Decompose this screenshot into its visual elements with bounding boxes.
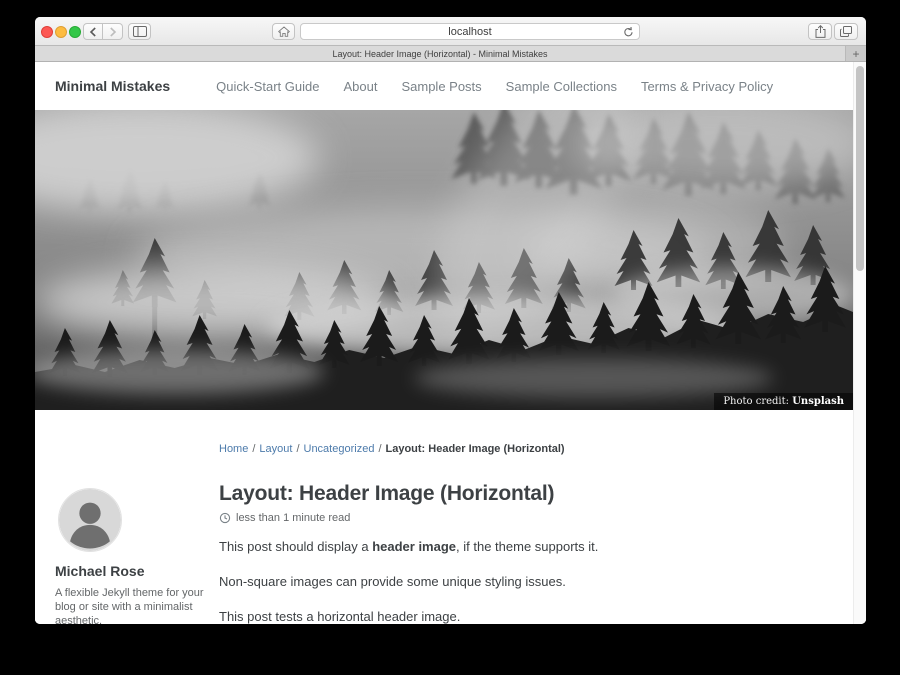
page-title: Layout: Header Image (Horizontal): [219, 482, 833, 506]
foggy-forest-photo: [35, 110, 853, 410]
author-sidebar: Michael Rose A flexible Jekyll theme for…: [55, 410, 219, 624]
nav-link-sample-collections[interactable]: Sample Collections: [506, 79, 617, 94]
nav-link-quick-start-guide[interactable]: Quick-Start Guide: [216, 79, 319, 94]
zoom-window-button[interactable]: [69, 26, 81, 38]
forward-button[interactable]: [103, 23, 123, 40]
site-title-link[interactable]: Minimal Mistakes: [55, 78, 170, 94]
site-nav: Quick-Start Guide About Sample Posts Sam…: [216, 79, 773, 94]
sidebar-toggle-icon: [133, 26, 147, 37]
home-icon: [278, 26, 290, 37]
breadcrumb-current: Layout: Header Image (Horizontal): [386, 443, 565, 455]
post-paragraph: Non-square images can provide some uniqu…: [219, 572, 833, 592]
page-viewport: Minimal Mistakes Quick-Start Guide About…: [35, 62, 866, 624]
home-button[interactable]: [272, 23, 295, 40]
breadcrumb-separator: /: [296, 443, 299, 455]
breadcrumb: Home/Layout/Uncategorized/Layout: Header…: [219, 443, 833, 455]
person-silhouette-icon: [59, 489, 121, 551]
nav-link-terms-privacy[interactable]: Terms & Privacy Policy: [641, 79, 773, 94]
browser-window: localhost Layout: Header Image (Horizont…: [35, 17, 866, 624]
read-time-text: less than 1 minute read: [236, 512, 350, 524]
nav-link-sample-posts[interactable]: Sample Posts: [401, 79, 481, 94]
tab-overview-icon: [840, 26, 852, 37]
post-paragraph: This post tests a horizontal header imag…: [219, 607, 833, 624]
clock-icon: [219, 512, 231, 524]
breadcrumb-uncategorized-link[interactable]: Uncategorized: [304, 443, 375, 455]
desktop-background: { "browser": { "url": "localhost", "tab_…: [0, 0, 900, 675]
new-tab-button[interactable]: +: [845, 46, 866, 61]
post-article: Home/Layout/Uncategorized/Layout: Header…: [219, 410, 833, 624]
close-window-button[interactable]: [41, 26, 53, 38]
post-paragraph: This post should display a header image,…: [219, 537, 833, 557]
sidebar-toggle-button[interactable]: [128, 23, 151, 40]
bold-text: header image: [372, 539, 456, 554]
author-name: Michael Rose: [55, 563, 219, 579]
forward-chevron-icon: [109, 27, 117, 37]
tab-active[interactable]: Layout: Header Image (Horizontal) - Mini…: [35, 46, 845, 61]
breadcrumb-home-link[interactable]: Home: [219, 443, 248, 455]
address-bar[interactable]: localhost: [300, 23, 640, 40]
share-icon: [815, 25, 826, 38]
breadcrumb-separator: /: [378, 443, 381, 455]
read-time: less than 1 minute read: [219, 512, 833, 524]
photo-credit: Photo credit: Unsplash: [714, 393, 853, 410]
history-nav-buttons: [83, 23, 123, 40]
back-button[interactable]: [83, 23, 103, 40]
scrollbar-track[interactable]: [853, 62, 866, 624]
browser-toolbar: localhost: [35, 17, 866, 46]
unsplash-link[interactable]: Unsplash: [792, 396, 844, 407]
breadcrumb-layout-link[interactable]: Layout: [259, 443, 292, 455]
author-avatar: [58, 488, 122, 552]
photo-credit-label: Photo credit:: [723, 396, 789, 407]
minimize-window-button[interactable]: [55, 26, 67, 38]
site-masthead: Minimal Mistakes Quick-Start Guide About…: [35, 62, 853, 110]
show-all-tabs-button[interactable]: [834, 23, 858, 40]
refresh-icon: [623, 26, 634, 38]
tab-title: Layout: Header Image (Horizontal) - Mini…: [332, 49, 547, 59]
content-area: Michael Rose A flexible Jekyll theme for…: [35, 410, 853, 624]
web-page: Minimal Mistakes Quick-Start Guide About…: [35, 62, 853, 624]
refresh-button[interactable]: [623, 26, 634, 38]
tab-bar: Layout: Header Image (Horizontal) - Mini…: [35, 46, 866, 62]
header-image: Photo credit: Unsplash: [35, 110, 853, 410]
url-text: localhost: [448, 26, 491, 38]
scrollbar-thumb[interactable]: [856, 66, 864, 271]
share-button[interactable]: [808, 23, 832, 40]
breadcrumb-separator: /: [252, 443, 255, 455]
nav-link-about[interactable]: About: [343, 79, 377, 94]
back-chevron-icon: [89, 27, 97, 37]
author-bio: A flexible Jekyll theme for your blog or…: [55, 587, 205, 624]
